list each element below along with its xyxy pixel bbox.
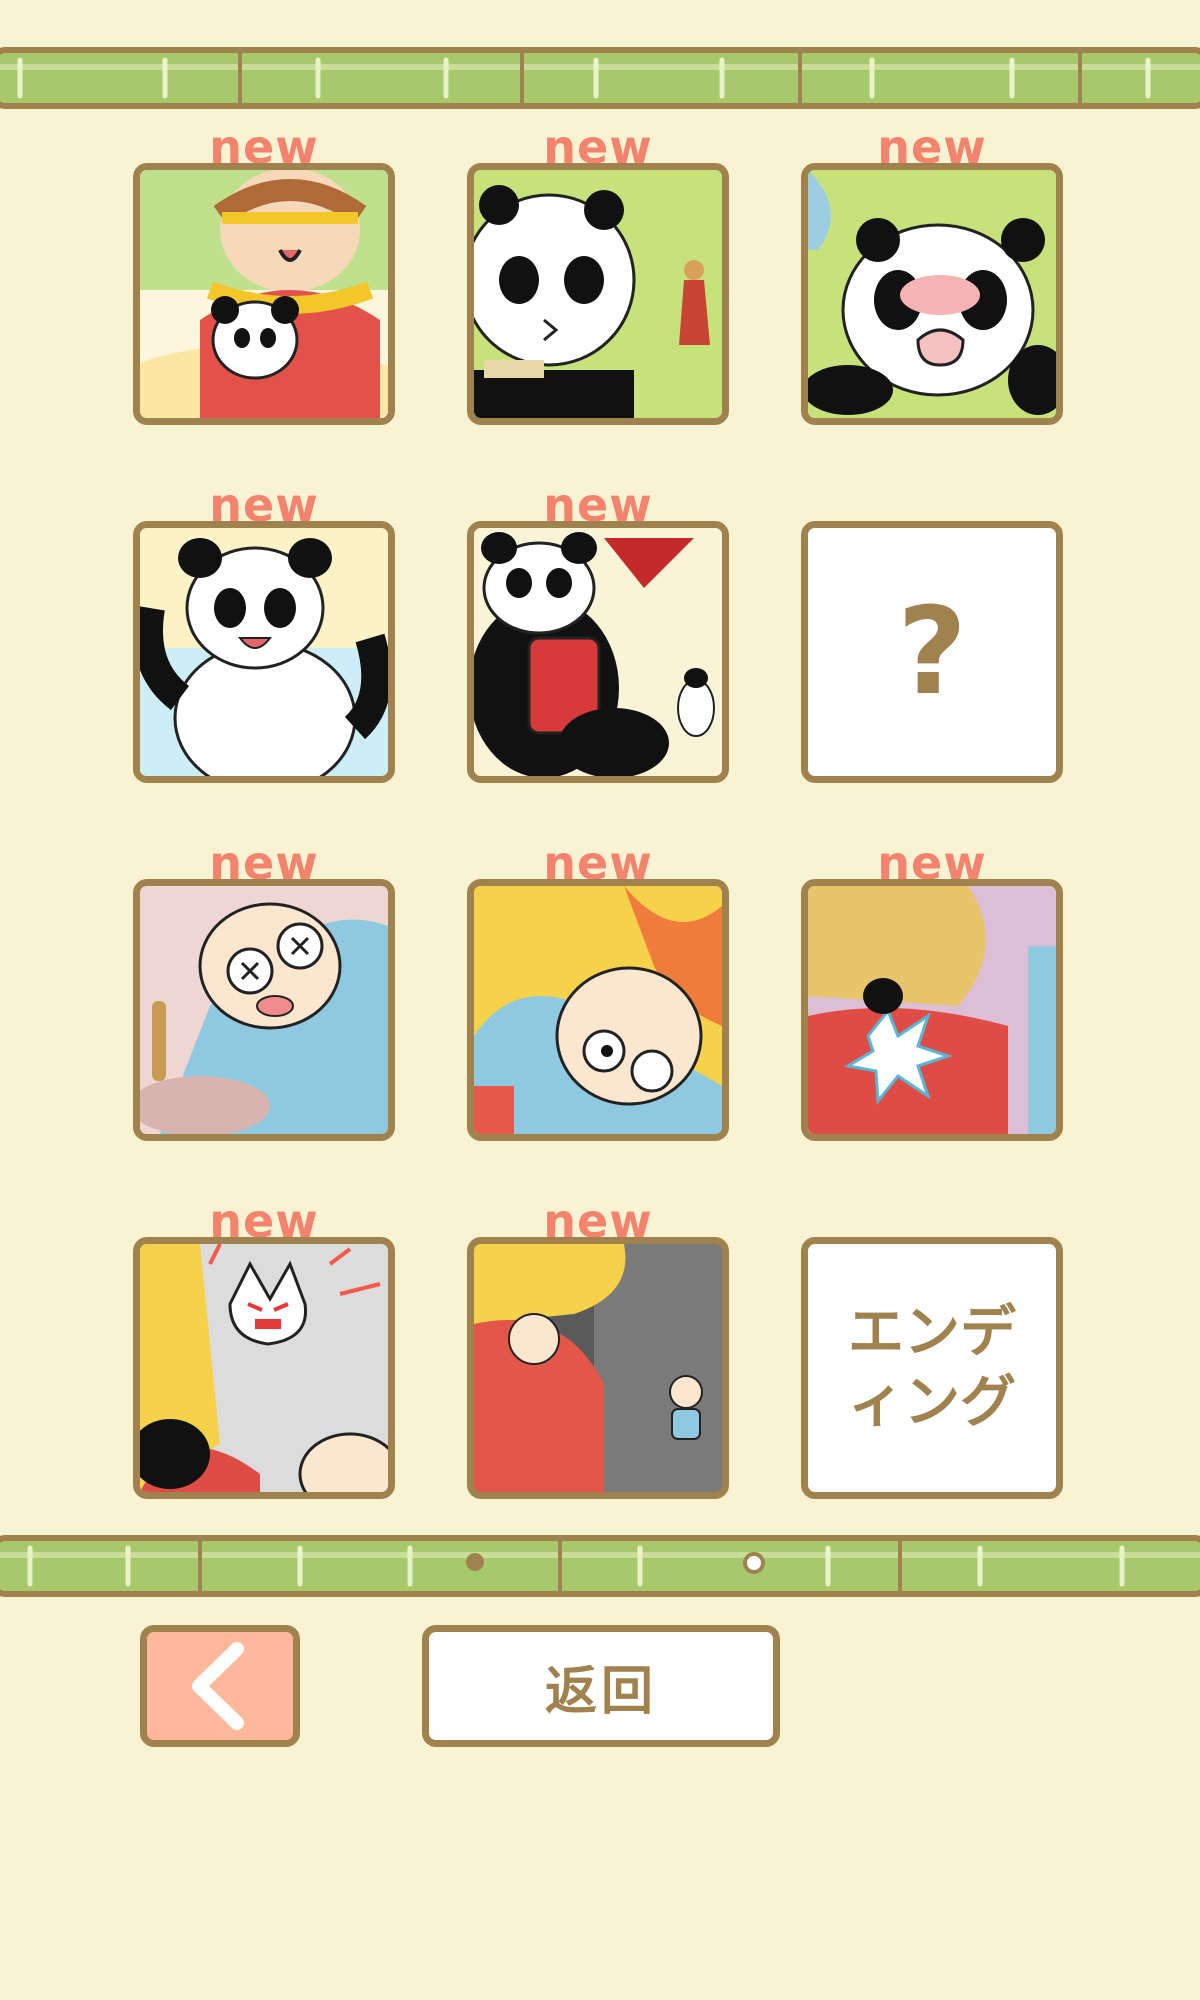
tile-art-happy-panda xyxy=(140,528,388,776)
locked-question-mark: ? xyxy=(897,582,967,722)
gallery-tile-8[interactable] xyxy=(467,879,729,1141)
return-button-label: 返回 xyxy=(544,1661,657,1722)
gallery-tile-9[interactable] xyxy=(801,879,1063,1141)
gallery-tile-7[interactable] xyxy=(133,879,395,1141)
tile-art-panda-barrel xyxy=(474,528,722,776)
tile-art-angry-wolf xyxy=(140,1244,388,1492)
chevron-left-icon xyxy=(192,1642,244,1730)
gallery-tile-1[interactable] xyxy=(133,163,395,425)
gallery-tile-4[interactable] xyxy=(133,521,395,783)
gallery-tile-6-locked[interactable]: ? xyxy=(801,521,1063,783)
tile-art-crying-panda xyxy=(808,170,1056,418)
bamboo-divider-bottom xyxy=(0,1535,1200,1597)
tile-art-man-hit xyxy=(808,886,1056,1134)
gallery-tile-11[interactable] xyxy=(467,1237,729,1499)
tile-art-falling-old-man xyxy=(474,1244,722,1492)
page-indicator-1-active[interactable] xyxy=(466,1553,484,1571)
tile-art-old-man-knocked-out xyxy=(140,886,388,1134)
return-button[interactable]: 返回 xyxy=(422,1625,780,1747)
gallery-tile-5[interactable] xyxy=(467,521,729,783)
tile-art-monkey-panda xyxy=(140,170,388,418)
gallery-tile-2[interactable] xyxy=(467,163,729,425)
page-indicator-2[interactable] xyxy=(743,1552,765,1574)
tile-art-old-man-fire xyxy=(474,886,722,1134)
back-button[interactable] xyxy=(140,1625,300,1747)
ending-label: エンディング xyxy=(848,1300,1016,1435)
tile-art-dazed-panda xyxy=(474,170,722,418)
gallery-tile-3[interactable] xyxy=(801,163,1063,425)
gallery-tile-10[interactable] xyxy=(133,1237,395,1499)
bamboo-divider-top xyxy=(0,47,1200,109)
gallery-tile-12-ending[interactable]: エンディング xyxy=(801,1237,1063,1499)
